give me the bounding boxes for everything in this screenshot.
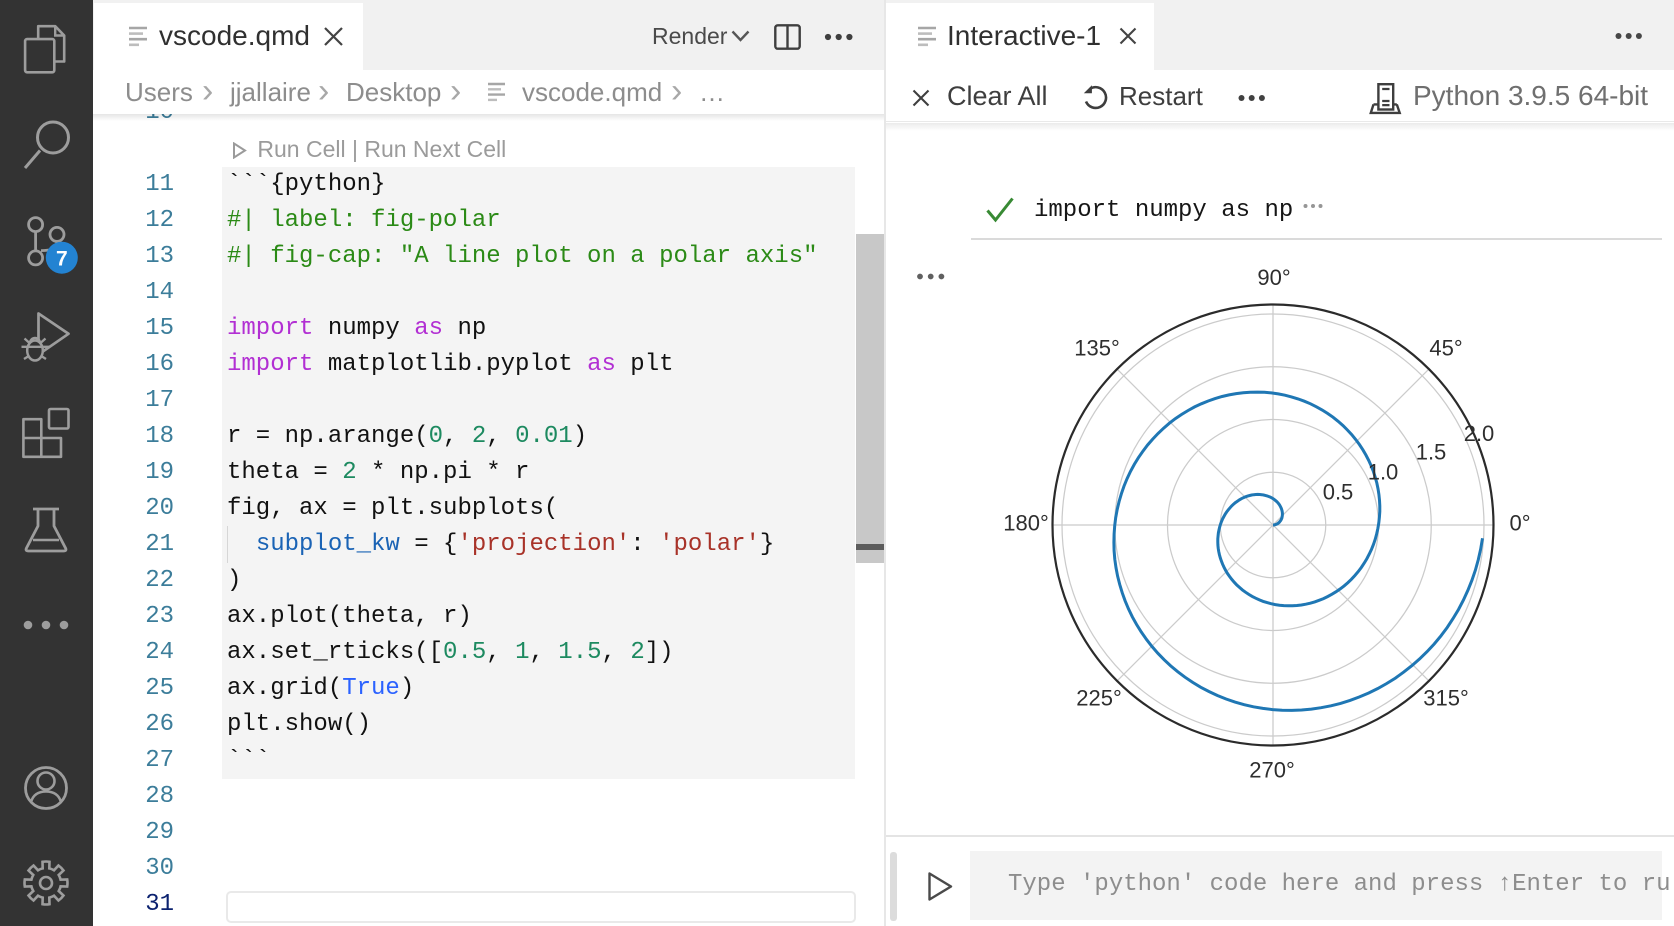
svg-text:1.5: 1.5 [1416,440,1447,465]
svg-text:0°: 0° [1509,511,1530,536]
svg-text:45°: 45° [1429,336,1462,361]
svg-text:180°: 180° [1003,511,1049,536]
svg-text:1.0: 1.0 [1368,460,1399,485]
svg-text:225°: 225° [1076,686,1122,711]
svg-text:2.0: 2.0 [1464,421,1495,446]
svg-text:90°: 90° [1257,265,1290,290]
svg-text:7: 7 [56,248,68,271]
svg-text:270°: 270° [1249,758,1295,783]
svg-text:315°: 315° [1423,686,1469,711]
svg-text:0.5: 0.5 [1323,480,1354,505]
svg-text:135°: 135° [1074,336,1120,361]
